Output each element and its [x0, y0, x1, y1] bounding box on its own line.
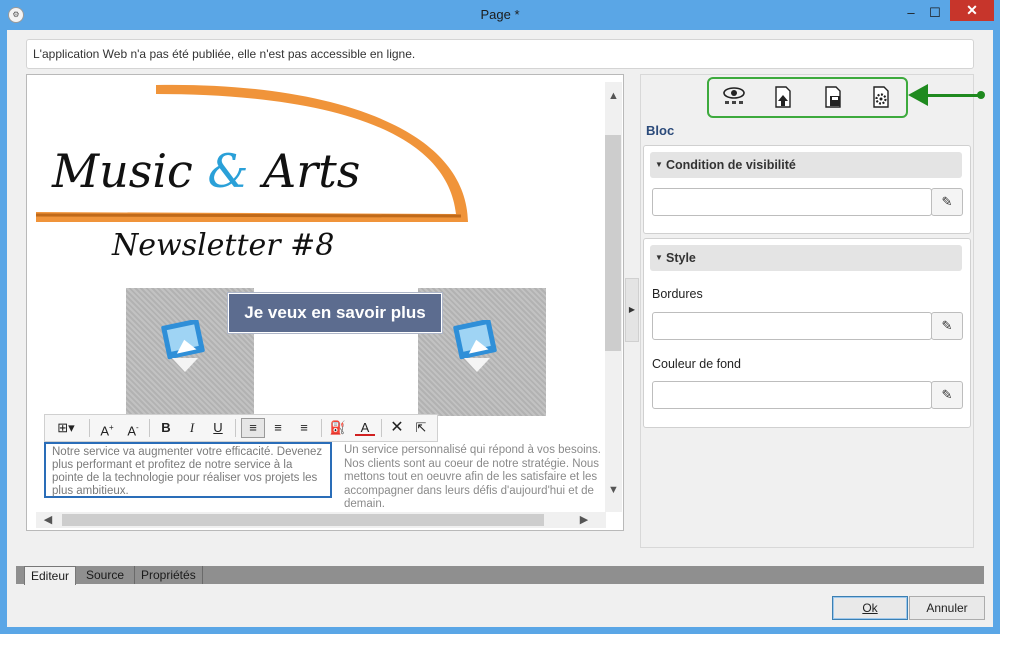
pencil-icon: ✎	[941, 387, 953, 402]
align-center-icon[interactable]: ≡	[267, 419, 289, 437]
window-title: Page *	[480, 7, 520, 22]
edit-borders-button[interactable]: ✎	[931, 312, 963, 340]
horizontal-scroll-thumb[interactable]	[62, 514, 544, 526]
editor-tab-strip: Editeur Source Propriétés	[16, 566, 984, 585]
align-left-icon[interactable]: ≡	[241, 418, 265, 438]
style-group: ▼ Style Bordures ✎ Couleur de fond ✎	[643, 238, 971, 428]
text-block-right[interactable]: Un service personnalisé qui répond à vos…	[344, 444, 608, 512]
close-button[interactable]: ✕	[950, 0, 994, 21]
background-color-label: Couleur de fond	[652, 357, 741, 371]
italic-icon[interactable]: I	[183, 419, 201, 437]
cancel-button[interactable]: Annuler	[909, 596, 985, 620]
cta-button[interactable]: Je veux en savoir plus	[228, 293, 442, 333]
scroll-up-icon[interactable]: ▲	[605, 88, 622, 104]
scroll-right-icon[interactable]: ▶	[576, 512, 592, 528]
scroll-down-icon[interactable]: ▼	[605, 482, 622, 498]
minimize-button[interactable]: –	[898, 3, 924, 23]
panel-section-title: Bloc	[646, 123, 675, 138]
image-icon	[453, 320, 497, 372]
tab-properties[interactable]: Propriétés	[134, 566, 203, 584]
ok-button[interactable]: Ok	[832, 596, 908, 620]
vertical-scroll-thumb[interactable]	[605, 135, 621, 351]
fill-color-icon[interactable]: ⛽	[327, 419, 349, 437]
underline-icon[interactable]: U	[209, 419, 227, 437]
panel-toolbar	[707, 77, 908, 118]
title-bar[interactable]: ⚙ Page * – ☐ ✕	[0, 0, 1000, 30]
insert-block-icon[interactable]: ⊞▾	[51, 419, 81, 437]
visibility-group-title: Condition de visibilité	[666, 158, 796, 172]
link-icon[interactable]: ⇱	[411, 419, 431, 437]
remove-icon[interactable]: ✕	[387, 419, 407, 437]
export-page-icon[interactable]	[771, 85, 795, 109]
borders-field[interactable]	[652, 312, 932, 340]
rich-text-toolbar: ⊞▾ A+ A- B I U ≡ ≡ ≡ ⛽ A ✕ ⇱	[44, 414, 438, 442]
logo-title: Music & Arts	[52, 144, 361, 198]
visibility-condition-field[interactable]	[652, 188, 932, 216]
annotation-arrow-line	[912, 94, 982, 97]
edit-visibility-button[interactable]: ✎	[931, 188, 963, 216]
newsletter-subtitle: Newsletter #8	[112, 228, 335, 263]
tab-source[interactable]: Source	[80, 566, 130, 584]
style-group-title: Style	[666, 251, 696, 265]
annotation-arrow-dot	[977, 91, 985, 99]
pencil-icon: ✎	[941, 318, 953, 333]
font-color-icon[interactable]: A	[355, 419, 375, 436]
scroll-left-icon[interactable]: ◀	[40, 512, 56, 528]
collapse-triangle-icon: ▼	[655, 160, 663, 169]
image-icon	[161, 320, 205, 372]
background-color-field[interactable]	[652, 381, 932, 409]
maximize-button[interactable]: ☐	[922, 3, 948, 23]
bold-icon[interactable]: B	[157, 419, 175, 437]
edit-background-button[interactable]: ✎	[931, 381, 963, 409]
visibility-group-header[interactable]: ▼ Condition de visibilité	[650, 152, 962, 178]
save-page-icon[interactable]	[821, 85, 845, 109]
panel-splitter-toggle[interactable]: ▶	[625, 278, 639, 342]
info-bar: L'application Web n'a pas été publiée, e…	[26, 39, 974, 69]
visibility-group: ▼ Condition de visibilité ✎	[643, 145, 971, 234]
pencil-icon: ✎	[941, 194, 953, 209]
align-right-icon[interactable]: ≡	[293, 419, 315, 437]
text-block-left[interactable]: Notre service va augmenter votre efficac…	[44, 442, 332, 498]
font-shrink-icon[interactable]: A-	[123, 419, 143, 438]
preview-icon[interactable]	[722, 85, 746, 109]
collapse-triangle-icon: ▼	[655, 253, 663, 262]
style-group-header[interactable]: ▼ Style	[650, 245, 962, 271]
info-bar-text: L'application Web n'a pas été publiée, e…	[33, 47, 416, 61]
borders-label: Bordures	[652, 287, 703, 301]
tab-editor[interactable]: Editeur	[24, 566, 77, 585]
font-grow-icon[interactable]: A+	[97, 419, 117, 438]
page-settings-icon[interactable]	[869, 85, 893, 109]
